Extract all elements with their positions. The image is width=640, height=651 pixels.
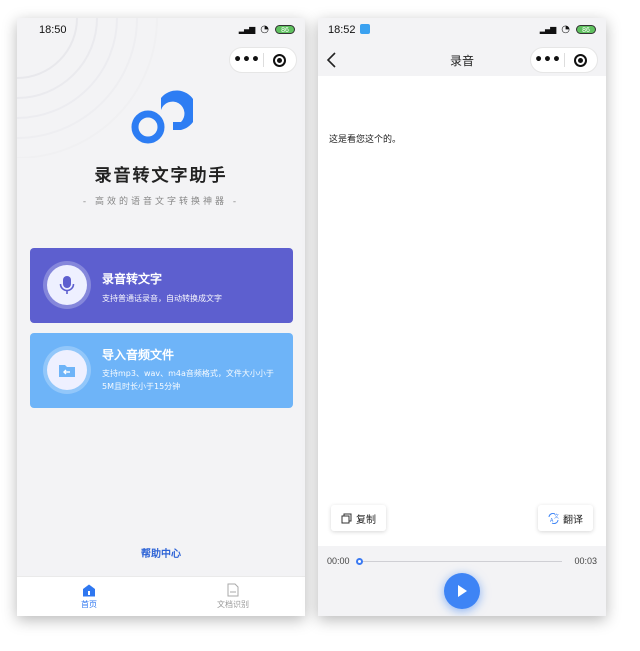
progress-knob[interactable] [356, 558, 363, 565]
tab-bar: 首页 文档识别 [17, 576, 305, 616]
app-notification-icon [359, 24, 370, 34]
transcript-text: 这是看您这个的。 [329, 135, 402, 145]
signal-icon: ▂▄▆ [539, 25, 557, 34]
play-icon [458, 585, 467, 597]
status-time: 18:52 [328, 24, 370, 36]
help-center-link[interactable]: 帮助中心 [17, 545, 305, 560]
app-subtitle: - 高效的语音文字转换神器 - [82, 197, 240, 207]
tab-home[interactable]: 首页 [17, 577, 161, 616]
close-miniprogram-button[interactable] [565, 53, 597, 67]
play-button[interactable] [444, 573, 480, 609]
card-description: 支持普通话录音，自动转换成文字 [102, 294, 222, 303]
wifi-icon: ◔ [561, 24, 570, 35]
home-screen: 18:50 ▂▄▆ ◔ 86 ••• 录音转文字助手 - 高效的语音文字转换神器… [17, 18, 305, 616]
miniprogram-capsule: ••• [229, 47, 297, 73]
signal-icon: ▂▄▆ [238, 25, 256, 34]
battery-icon: 86 [576, 25, 596, 34]
wifi-icon: ◔ [260, 24, 269, 35]
tab-document-recognition[interactable]: 文档识别 [161, 577, 305, 616]
app-logo-icon [131, 90, 193, 144]
import-audio-card[interactable]: 导入音频文件 支持mp3、wav、m4a音频格式，文件大小小于5M且时长小于15… [30, 333, 293, 408]
translate-button[interactable]: A 文 翻译 [538, 505, 593, 531]
card-title: 录音转文字 [102, 272, 163, 286]
translate-label: 翻译 [563, 514, 583, 526]
status-time: 18:50 [39, 24, 67, 36]
more-menu-icon[interactable]: ••• [230, 48, 263, 72]
tab-label: 首页 [81, 599, 97, 609]
more-menu-icon[interactable]: ••• [531, 48, 564, 72]
microphone-icon [47, 265, 87, 305]
status-bar: 18:50 ▂▄▆ ◔ 86 [17, 18, 305, 44]
record-to-text-card[interactable]: 录音转文字 支持普通话录音，自动转换成文字 [30, 248, 293, 323]
target-icon [574, 53, 588, 67]
card-title: 导入音频文件 [102, 348, 175, 362]
miniprogram-capsule: ••• [530, 47, 598, 73]
tab-label: 文档识别 [217, 600, 249, 609]
card-description: 支持mp3、wav、m4a音频格式，文件大小小于5M且时长小于15分钟 [102, 369, 274, 391]
close-miniprogram-button[interactable] [264, 53, 296, 67]
target-icon [273, 53, 287, 67]
battery-icon: 86 [275, 25, 295, 34]
recording-screen: 18:52 ▂▄▆ ◔ 86 录音 ••• 这是看您这个的。 复制 A 文 翻译… [318, 18, 606, 616]
current-time: 00:00 [327, 556, 350, 566]
document-icon [227, 583, 239, 597]
app-title: 录音转文字助手 [94, 166, 228, 186]
copy-icon [341, 513, 352, 523]
progress-track[interactable] [356, 558, 562, 565]
copy-button[interactable]: 复制 [331, 505, 386, 531]
translate-icon: A 文 [548, 512, 559, 524]
status-bar: 18:52 ▂▄▆ ◔ 86 [318, 18, 606, 44]
svg-text:文: 文 [554, 513, 559, 520]
folder-import-icon [47, 350, 87, 390]
copy-label: 复制 [356, 514, 376, 526]
audio-player: 00:00 00:03 [318, 546, 606, 616]
total-time: 00:03 [574, 556, 597, 566]
home-icon [83, 584, 95, 596]
